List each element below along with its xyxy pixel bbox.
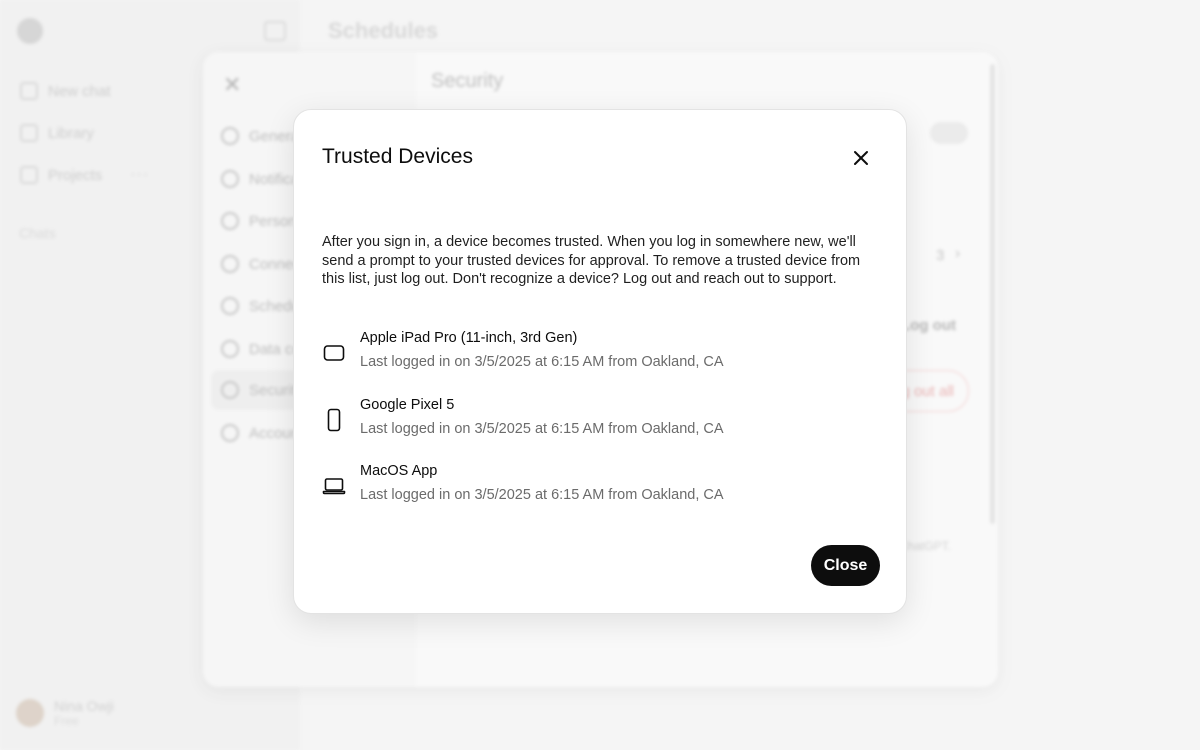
- close-icon[interactable]: [848, 145, 874, 171]
- close-button[interactable]: Close: [811, 545, 880, 586]
- device-item: Apple iPad Pro (11-inch, 3rd Gen) Last l…: [322, 329, 724, 371]
- device-name: MacOS App: [360, 463, 438, 479]
- device-item: Google Pixel 5 Last logged in on 3/5/202…: [322, 396, 724, 438]
- device-last-login: Last logged in on 3/5/2025 at 6:15 AM fr…: [360, 487, 724, 503]
- phone-icon: [322, 408, 346, 432]
- tablet-icon: [322, 341, 346, 365]
- device-last-login: Last logged in on 3/5/2025 at 6:15 AM fr…: [360, 421, 724, 437]
- device-item: MacOS App Last logged in on 3/5/2025 at …: [322, 462, 724, 504]
- laptop-icon: [322, 474, 346, 498]
- device-name: Google Pixel 5: [360, 397, 455, 413]
- device-last-login: Last logged in on 3/5/2025 at 6:15 AM fr…: [360, 354, 724, 370]
- trusted-devices-modal: Trusted Devices After you sign in, a dev…: [293, 109, 907, 614]
- modal-description: After you sign in, a device becomes trus…: [322, 234, 861, 287]
- device-name: Apple iPad Pro (11-inch, 3rd Gen): [360, 330, 578, 346]
- modal-title: Trusted Devices: [322, 145, 473, 168]
